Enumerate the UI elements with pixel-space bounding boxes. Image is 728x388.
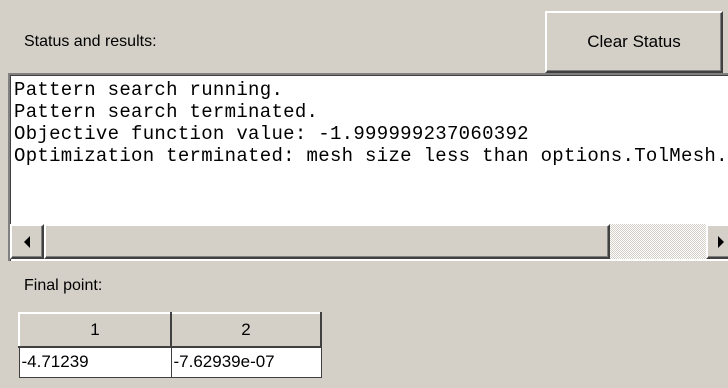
status-line: Pattern search terminated. — [14, 101, 319, 123]
arrow-right-icon — [718, 235, 724, 248]
table-header-row: 1 2 — [18, 312, 322, 348]
arrow-left-icon — [24, 235, 30, 248]
table-cell[interactable]: -4.71239 — [18, 346, 172, 378]
clear-status-button[interactable]: Clear Status — [545, 11, 723, 73]
scrollbar-thumb[interactable] — [44, 224, 610, 259]
scroll-left-button[interactable] — [10, 224, 44, 259]
status-results-label: Status and results: — [24, 33, 157, 50]
final-point-table: 1 2 -4.71239 -7.62939e-07 — [18, 312, 322, 378]
status-line: Objective function value: -1.99999923706… — [14, 123, 529, 145]
table-cell[interactable]: -7.62939e-07 — [170, 346, 322, 378]
table-row: -4.71239 -7.62939e-07 — [18, 346, 322, 378]
status-line: Pattern search running. — [14, 79, 284, 101]
horizontal-scrollbar[interactable] — [10, 224, 728, 259]
column-header[interactable]: 1 — [18, 312, 172, 348]
scroll-right-button[interactable] — [706, 224, 728, 259]
column-header[interactable]: 2 — [170, 312, 322, 348]
status-line: Optimization terminated: mesh size less … — [14, 145, 728, 167]
final-point-label: Final point: — [24, 277, 103, 294]
status-output-text: Pattern search running. Pattern search t… — [14, 79, 728, 167]
